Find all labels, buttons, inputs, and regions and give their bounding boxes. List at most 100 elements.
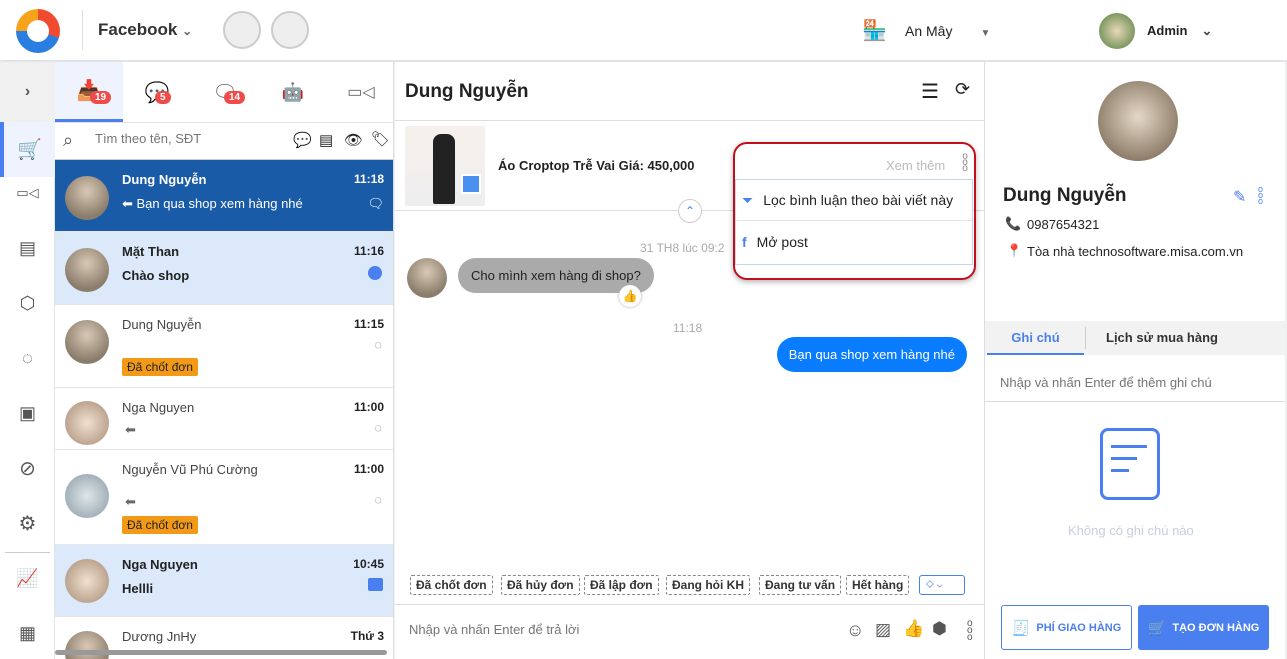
- shipping-fee-button[interactable]: 🧾 PHÍ GIAO HÀNG: [1001, 605, 1132, 650]
- shop-name: An Mây: [905, 23, 953, 39]
- tag-icon[interactable]: 🏷: [371, 130, 390, 148]
- chat-filter-icon[interactable]: 💬: [293, 131, 312, 149]
- customer-avatar: [1098, 81, 1178, 161]
- expand-nav-button[interactable]: ›: [0, 62, 55, 122]
- note-filter-icon[interactable]: ▤: [319, 131, 333, 149]
- conversation-item[interactable]: Mặt Than 11:16 Chào shop: [55, 232, 393, 305]
- conversation-item[interactable]: Nguyễn Vũ Phú Cường 11:00 ⬅ Đã chốt đơn …: [55, 450, 393, 545]
- gear-icon: ⚙: [18, 512, 37, 535]
- reply-icon: ⬅: [122, 196, 137, 211]
- conversation-list: 📥19 💬5 🗨14 🤖 ▭◁ ⌕ 💬 ▤ 👁 🏷 Dung Nguyễn 11…: [55, 62, 394, 659]
- tab-purchase-history[interactable]: Lịch sử mua hàng: [1106, 321, 1218, 355]
- avatar: [65, 401, 109, 445]
- reply-icon: ⬅: [125, 422, 136, 437]
- image-icon[interactable]: ▨: [875, 620, 891, 640]
- like-icon[interactable]: 👍: [619, 285, 641, 307]
- last-message: Chào shop: [122, 268, 190, 283]
- message-time: Thứ 3: [350, 629, 384, 643]
- chevron-down-icon: ⌄: [1201, 23, 1213, 38]
- chevron-down-icon: ⌄: [182, 24, 193, 38]
- customer-address: Tòa nhà technosoftware.misa.com.vn: [1027, 244, 1244, 259]
- outgoing-message: Bạn qua shop xem hàng nhé: [776, 337, 967, 372]
- nav-history[interactable]: ▦: [0, 611, 55, 655]
- facebook-icon: f: [742, 233, 747, 250]
- more-vertical-icon[interactable]: ooo: [1258, 185, 1263, 206]
- search-input[interactable]: [95, 131, 285, 146]
- nav-reports[interactable]: 📈: [0, 556, 55, 600]
- post-title: Áo Croptop Trễ Vai Giá: 450,000: [498, 158, 695, 173]
- contact-name: Nga Nguyen: [122, 400, 195, 415]
- caret-down-icon: ▼: [980, 28, 991, 39]
- emoji-icon[interactable]: ☺: [846, 620, 864, 641]
- create-order-button[interactable]: 🛒 TẠO ĐƠN HÀNG: [1138, 605, 1269, 650]
- nav-messenger[interactable]: ◌: [0, 336, 55, 380]
- last-message: Hellli: [122, 581, 154, 596]
- store-icon: 🏪: [862, 20, 887, 42]
- tag-button[interactable]: Đang hỏi KH: [666, 575, 750, 595]
- more-vertical-icon[interactable]: ooo: [967, 619, 973, 643]
- chart-icon: 📈: [16, 567, 39, 588]
- nav-blocked[interactable]: ⊘: [0, 446, 55, 490]
- tag-button[interactable]: Đã hủy đơn: [501, 575, 580, 595]
- phone-icon: 📞: [1005, 216, 1022, 231]
- conversation-item[interactable]: Nga Nguyen 11:00 ⬅ ◌: [55, 388, 393, 450]
- avatar: [65, 474, 109, 518]
- reply-input[interactable]: [409, 622, 809, 637]
- tab-comments[interactable]: 🗨14: [191, 62, 259, 122]
- document-icon: ▤: [18, 237, 36, 258]
- nav-video[interactable]: ▭◁: [0, 171, 55, 215]
- more-vertical-icon[interactable]: ooo: [961, 152, 969, 174]
- search-icon: ⌕: [63, 130, 74, 150]
- shop-selector[interactable]: An Mây ▼: [905, 23, 990, 39]
- tab-bot[interactable]: 🤖: [259, 62, 327, 122]
- image-icon: [461, 174, 481, 194]
- tab-inbox[interactable]: 📥 19: [55, 62, 123, 122]
- avatar: [65, 248, 109, 292]
- collapse-button[interactable]: ⌃: [678, 199, 702, 223]
- message-time: 11:15: [353, 317, 384, 331]
- inbox-badge: 19: [90, 91, 112, 104]
- tag-button[interactable]: Đã chốt đơn: [410, 575, 493, 595]
- note-input[interactable]: [1000, 375, 1270, 390]
- open-post-menu-item[interactable]: f Mở post: [736, 221, 972, 262]
- channel-selector[interactable]: Facebook ⌄: [98, 20, 192, 40]
- refresh-icon[interactable]: ⟳: [955, 79, 970, 100]
- last-message: ⬅ Bạn qua shop xem hàng nhé: [122, 196, 303, 212]
- nav-products[interactable]: ⬡: [0, 281, 55, 325]
- eye-icon[interactable]: 👁: [344, 131, 363, 149]
- chevron-down-icon: ⌄: [936, 578, 943, 590]
- user-avatar[interactable]: [1099, 13, 1135, 49]
- tab-notes[interactable]: Ghi chú: [987, 321, 1084, 355]
- list-icon[interactable]: ☰: [921, 79, 939, 104]
- tab-video[interactable]: ▭◁: [327, 62, 393, 122]
- message-time: 11:18: [353, 172, 384, 186]
- like-icon[interactable]: 👍: [903, 619, 924, 639]
- video-icon: ▭◁: [16, 185, 39, 200]
- conversation-item[interactable]: Dung Nguyễn 11:18 ⬅ Bạn qua shop xem hàn…: [55, 160, 393, 232]
- tab-messenger[interactable]: 💬5: [123, 62, 191, 122]
- tag-dropdown[interactable]: ⬦ ⌄: [919, 575, 965, 595]
- status-badge: Đã chốt đơn: [122, 358, 198, 376]
- nav-orders[interactable]: 🛒: [0, 122, 55, 177]
- edit-icon[interactable]: ✎: [1233, 187, 1246, 207]
- conversation-item[interactable]: Nga Nguyen 10:45 Hellli: [55, 545, 393, 617]
- status-badge: Đã chốt đơn: [122, 516, 198, 534]
- filter-comments-menu-item[interactable]: ⏷ Lọc bình luận theo bài viết này: [736, 180, 972, 221]
- tag-button[interactable]: Đã lập đơn: [584, 575, 659, 595]
- user-menu[interactable]: Admin ⌄: [1147, 23, 1212, 39]
- horizontal-scrollbar[interactable]: [55, 650, 387, 655]
- customer-panel: Dung Nguyễn ✎ ooo 📞 0987654321 📍 Tòa nhà…: [985, 62, 1285, 659]
- page-avatar-1[interactable]: [223, 11, 261, 49]
- conversation-item[interactable]: Dung Nguyễn 11:15 Đã chốt đơn ◌: [55, 305, 393, 388]
- product-search-icon[interactable]: ⬢: [932, 619, 947, 639]
- nav-notes[interactable]: ▤: [0, 226, 55, 270]
- nav-customers[interactable]: ▣: [0, 391, 55, 435]
- nav-settings[interactable]: ⚙: [0, 501, 55, 545]
- tag-button[interactable]: Đang tư vấn: [759, 575, 842, 595]
- contact-name: Nguyễn Vũ Phú Cường: [122, 462, 258, 477]
- page-avatar-2[interactable]: [271, 11, 309, 49]
- tag-button[interactable]: Hết hàng: [846, 575, 910, 595]
- see-more-link[interactable]: Xem thêm: [886, 158, 945, 173]
- avatar: [65, 559, 109, 603]
- post-image[interactable]: [405, 126, 485, 206]
